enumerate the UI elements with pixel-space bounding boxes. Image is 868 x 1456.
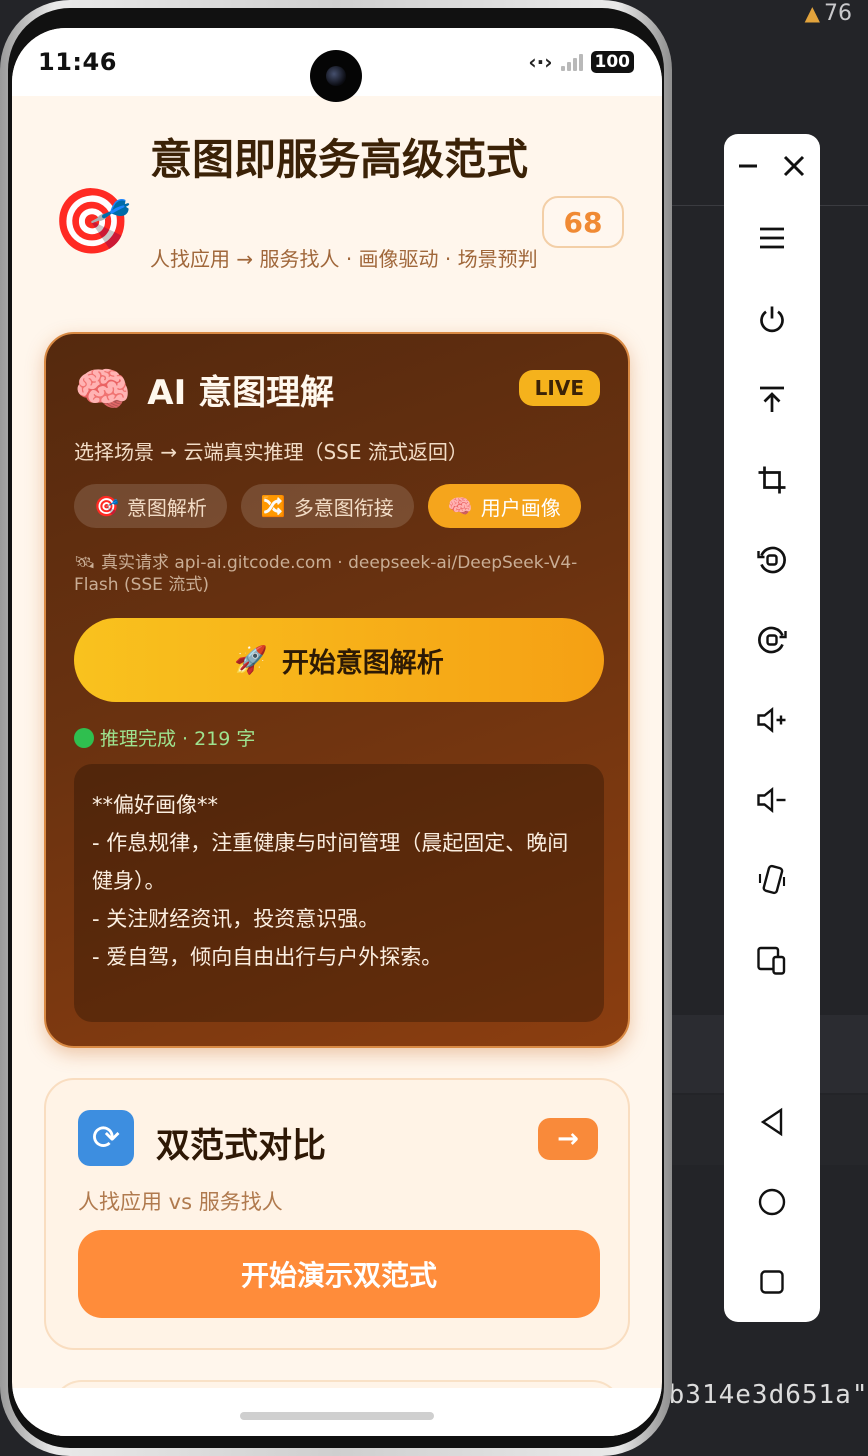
score-badge[interactable]: 68 — [542, 196, 624, 248]
close-icon[interactable] — [768, 138, 820, 194]
start-intent-parse-button[interactable]: 🚀 开始意图解析 — [74, 618, 604, 702]
result-text: **偏好画像** - 作息规律，注重健康与时间管理（晨起固定、晚间健身）。 - … — [92, 793, 569, 1022]
chip-user-profile[interactable]: 🧠 用户画像 — [427, 484, 581, 528]
menu-icon[interactable] — [724, 210, 820, 266]
power-icon[interactable] — [724, 292, 820, 348]
dual-card-title: 双范式对比 — [156, 1126, 326, 1166]
volume-up-icon[interactable] — [724, 692, 820, 748]
rotate-right-icon[interactable] — [724, 612, 820, 668]
minimize-icon[interactable] — [724, 138, 772, 194]
chip-intent-parse[interactable]: 🎯 意图解析 — [74, 484, 227, 528]
inference-status: 推理完成 · 219 字 — [74, 724, 255, 751]
rotate-left-icon[interactable] — [724, 532, 820, 588]
shuffle-icon: 🔀 — [260, 494, 286, 518]
inference-status-text: 推理完成 · 219 字 — [100, 728, 256, 750]
ai-card-header: 🧠 AI 意图理解 — [74, 362, 334, 417]
chip-label: 用户画像 — [480, 495, 561, 520]
shake-icon[interactable] — [724, 852, 820, 908]
signal-icon — [560, 53, 583, 71]
front-camera — [310, 50, 362, 102]
arrow-right-button[interactable]: → — [538, 1118, 598, 1160]
ai-card-description: 选择场景 → 云端真实推理（SSE 流式返回） — [74, 440, 468, 464]
page-title: 意图即服务高级范式 — [150, 135, 529, 184]
scenario-chips: 🎯 意图解析 🔀 多意图衔接 🧠 用户画像 — [74, 484, 581, 528]
start-button-label: 开始意图解析 — [281, 647, 444, 679]
ai-card-title: AI 意图理解 — [147, 373, 335, 413]
device-switch-icon[interactable] — [724, 932, 820, 988]
live-badge: LIVE — [518, 370, 600, 406]
page-subtitle: 人找应用 → 服务找人 · 画像驱动 · 场景预判 — [150, 247, 538, 271]
page-header: 🎯 意图即服务高级范式 人找应用 → 服务找人 · 画像驱动 · 场景预判 68 — [12, 96, 662, 326]
brain-icon: 🧠 — [447, 494, 473, 518]
chip-multi-intent[interactable]: 🔀 多意图衔接 — [240, 484, 414, 528]
phone-frame: 11:46 ‹·› 100 🎯 意图即服务高级范式 人找应用 → 服务找人 · … — [0, 0, 672, 1456]
emulator-toolbar — [724, 134, 820, 1322]
pin-top-icon[interactable] — [724, 372, 820, 428]
warning-count: 76 — [824, 0, 852, 26]
api-note: 🛰 真实请求 api-ai.gitcode.com · deepseek-ai/… — [74, 553, 578, 595]
status-time: 11:46 — [38, 48, 117, 76]
data-transfer-icon: ‹·› — [528, 50, 553, 74]
warning-icon: ▲ — [804, 1, 820, 25]
dual-paradigm-card: ⟳ 双范式对比 → 人找应用 vs 服务找人 开始演示双范式 — [44, 1078, 630, 1350]
start-dual-demo-button[interactable]: 开始演示双范式 — [78, 1230, 600, 1318]
back-icon[interactable] — [724, 1094, 820, 1150]
home-icon[interactable] — [724, 1174, 820, 1230]
home-indicator[interactable] — [240, 1412, 434, 1420]
status-icons: ‹·› 100 — [528, 50, 634, 74]
green-dot-icon — [74, 727, 94, 748]
battery-icon: 100 — [590, 51, 634, 73]
crop-icon[interactable] — [724, 452, 820, 508]
chip-label: 多意图衔接 — [293, 495, 394, 520]
dart-icon: 🎯 — [94, 494, 119, 518]
app-content: 🎯 意图即服务高级范式 人找应用 → 服务找人 · 画像驱动 · 场景预判 68… — [12, 96, 662, 1436]
ai-intent-card: 🧠 AI 意图理解 LIVE 选择场景 → 云端真实推理（SSE 流式返回） 🎯… — [44, 332, 630, 1048]
dual-card-subtitle: 人找应用 vs 服务找人 — [78, 1190, 283, 1214]
result-output-box[interactable]: **偏好画像** - 作息规律，注重健康与时间管理（晨起固定、晚间健身）。 - … — [74, 764, 604, 1022]
phone-screen: 11:46 ‹·› 100 🎯 意图即服务高级范式 人找应用 → 服务找人 · … — [12, 28, 662, 1436]
brain-icon: 🧠 — [74, 362, 132, 416]
dart-target-icon: 🎯 — [52, 185, 132, 259]
refresh-cycle-icon: ⟳ — [78, 1110, 134, 1166]
rocket-icon: 🚀 — [234, 645, 268, 676]
warning-indicator: ▲ 76 — [805, 0, 852, 26]
volume-down-icon[interactable] — [724, 772, 820, 828]
chip-label: 意图解析 — [126, 495, 207, 520]
bg-code-text: eb314e3d651a" — [652, 1380, 868, 1410]
overview-icon[interactable] — [724, 1254, 820, 1310]
